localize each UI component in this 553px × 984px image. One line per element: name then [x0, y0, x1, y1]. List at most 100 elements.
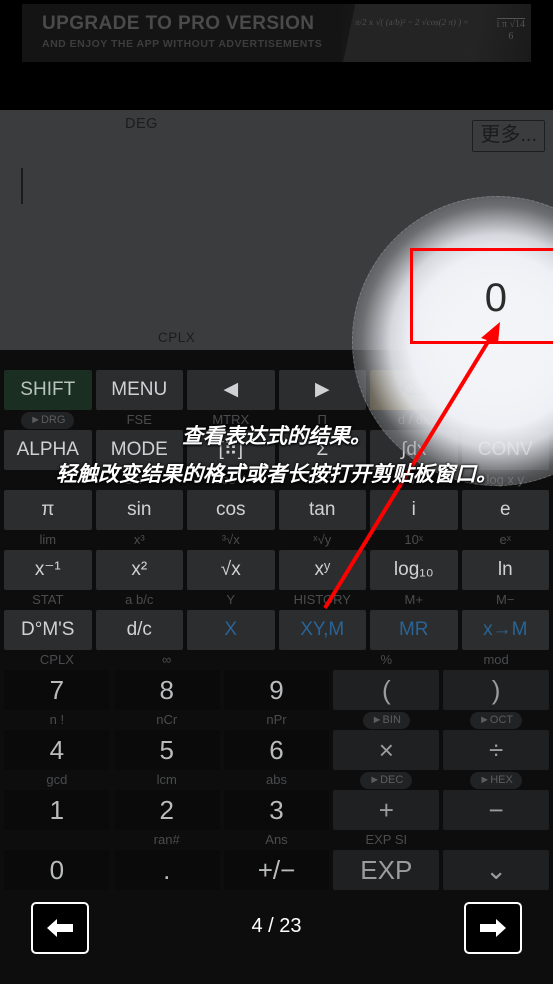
keypad-row: 4 5 6 × ÷ [0, 730, 553, 770]
key-xy-m[interactable]: XY,M [278, 610, 366, 650]
key-secondary-label: CNST [487, 412, 523, 427]
keypad-row: 7 8 9() [0, 670, 553, 710]
key-ln[interactable]: ln [461, 550, 549, 590]
key-secondary-label: ∞ [162, 652, 172, 667]
key-log[interactable]: log₁₀ [370, 550, 458, 590]
key-[interactable]: ◀ [187, 370, 275, 410]
key-secondary-label [96, 350, 184, 370]
key-secondary-label: Y [226, 592, 236, 607]
key-secondary-label: MTRX [212, 412, 250, 427]
complex-mode-label: CPLX [158, 330, 196, 345]
key-secondary-pill: ►BIN [362, 711, 410, 729]
key-secondary-label: FSE [126, 412, 152, 427]
key-secondary-label: ►OCT [443, 710, 549, 730]
key-i[interactable]: i [370, 490, 458, 530]
keypad-row: ALPHA MODE [⠿] Σ ∫dx CONV [0, 430, 553, 470]
key-[interactable]: ⌫ [370, 370, 458, 410]
keypad-secondary-row: ran# Ans EXP SI [0, 830, 553, 850]
key-x[interactable]: x² [95, 550, 183, 590]
key-secondary-label: ►HEX [443, 770, 549, 790]
key-x[interactable]: x⁻¹ [4, 550, 92, 590]
key-3[interactable]: 3 [223, 790, 330, 830]
key-cos[interactable]: cos [187, 490, 275, 530]
key-secondary-label [4, 830, 110, 850]
keypad-row: D°M'S d/c X XY,M MR x→M [0, 610, 553, 650]
key-secondary-label: / [411, 472, 416, 487]
key-2[interactable]: 2 [113, 790, 220, 830]
tutorial-next-button[interactable] [464, 902, 522, 954]
key-secondary-pill: ►OCT [470, 711, 523, 729]
key-[interactable]: [⠿] [187, 430, 275, 470]
key-secondary-label [279, 350, 367, 370]
key-secondary-label: HISTORY [293, 592, 351, 607]
key-7[interactable]: 7 [4, 670, 110, 710]
key-d-m-s[interactable]: D°M'S [4, 610, 92, 650]
key-shift[interactable]: SHIFT [4, 370, 92, 410]
result-value[interactable]: 0 [485, 276, 507, 320]
key-secondary-label: ►BIN [333, 710, 439, 730]
key-[interactable]: Σ [278, 430, 366, 470]
keypad-secondary-row: n ! nCr nPr ►BIN ►OCT [0, 710, 553, 730]
key-[interactable]: +/− [223, 850, 330, 890]
key-[interactable]: − [443, 790, 549, 830]
key-6[interactable]: 6 [223, 730, 330, 770]
ad-title: UPGRADE TO PRO VERSION [42, 13, 315, 34]
key-secondary-label: abs [266, 772, 287, 787]
key-ac[interactable]: AC [461, 370, 549, 410]
arrow-right-icon [480, 919, 506, 937]
key-secondary-label: x³ [133, 532, 145, 547]
key-secondary-label: 10ˣ [404, 532, 424, 547]
key-secondary-label [187, 350, 275, 370]
key-e[interactable]: e [461, 490, 549, 530]
key-secondary-label: cos⁻¹ [215, 472, 247, 487]
key-menu[interactable]: MENU [95, 370, 183, 410]
key-[interactable]: ( [333, 670, 440, 710]
key-mode[interactable]: MODE [95, 430, 183, 470]
keypad-secondary-row: sin⁻¹ cos⁻¹ tan⁻¹ / log x y [0, 470, 553, 490]
ad-formula-left: π/2 x √( (a/b)² − 2 √cos(2 π) ) = [354, 17, 470, 27]
key-d-c[interactable]: d/c [95, 610, 183, 650]
key-x[interactable]: √x [187, 550, 275, 590]
key-8[interactable]: 8 [113, 670, 220, 710]
key-secondary-label: sin⁻¹ [125, 472, 154, 487]
key-x-m[interactable]: x→M [461, 610, 549, 650]
key-[interactable]: π [4, 490, 92, 530]
ad-formula-right: i π √14 6 [496, 18, 525, 43]
key-[interactable]: ) [443, 670, 549, 710]
key-secondary-label [4, 470, 92, 490]
key-dx[interactable]: ∫dx [370, 430, 458, 470]
key-secondary-label [370, 350, 458, 370]
key-[interactable]: ÷ [443, 730, 549, 770]
upgrade-ad-banner[interactable]: UPGRADE TO PRO VERSION AND ENJOY THE APP… [22, 4, 531, 62]
key-secondary-pill: ►DRG [21, 411, 75, 429]
key-exp[interactable]: EXP [333, 850, 440, 890]
key-secondary-label [4, 350, 92, 370]
key-0[interactable]: 0 [4, 850, 110, 890]
keypad-secondary-row: CPLX ∞% mod [0, 650, 553, 670]
key-[interactable]: × [333, 730, 440, 770]
key-secondary-label: d / dx [397, 412, 430, 427]
key-[interactable]: ⌄ [443, 850, 549, 890]
key-tan[interactable]: tan [278, 490, 366, 530]
key-[interactable]: ▶ [278, 370, 366, 410]
key-[interactable]: + [333, 790, 440, 830]
key-x[interactable]: xʸ [278, 550, 366, 590]
ad-artwork-panel [341, 4, 478, 62]
key-5[interactable]: 5 [113, 730, 220, 770]
key-secondary-label: gcd [46, 772, 68, 787]
calculator-display[interactable] [0, 110, 553, 350]
key-[interactable]: . [113, 850, 220, 890]
key-mr[interactable]: MR [370, 610, 458, 650]
key-alpha[interactable]: ALPHA [4, 430, 92, 470]
key-secondary-label: tan⁻¹ [307, 472, 337, 487]
key-x[interactable]: X [187, 610, 275, 650]
key-conv[interactable]: CONV [461, 430, 549, 470]
key-secondary-label: ►DEC [333, 770, 439, 790]
key-1[interactable]: 1 [4, 790, 110, 830]
key-9[interactable]: 9 [223, 670, 330, 710]
key-sin[interactable]: sin [95, 490, 183, 530]
key-secondary-label: a b/c [125, 592, 154, 607]
more-button[interactable]: 更多... [472, 120, 545, 152]
key-4[interactable]: 4 [4, 730, 110, 770]
keypad-row: 1 2 3 + − [0, 790, 553, 830]
